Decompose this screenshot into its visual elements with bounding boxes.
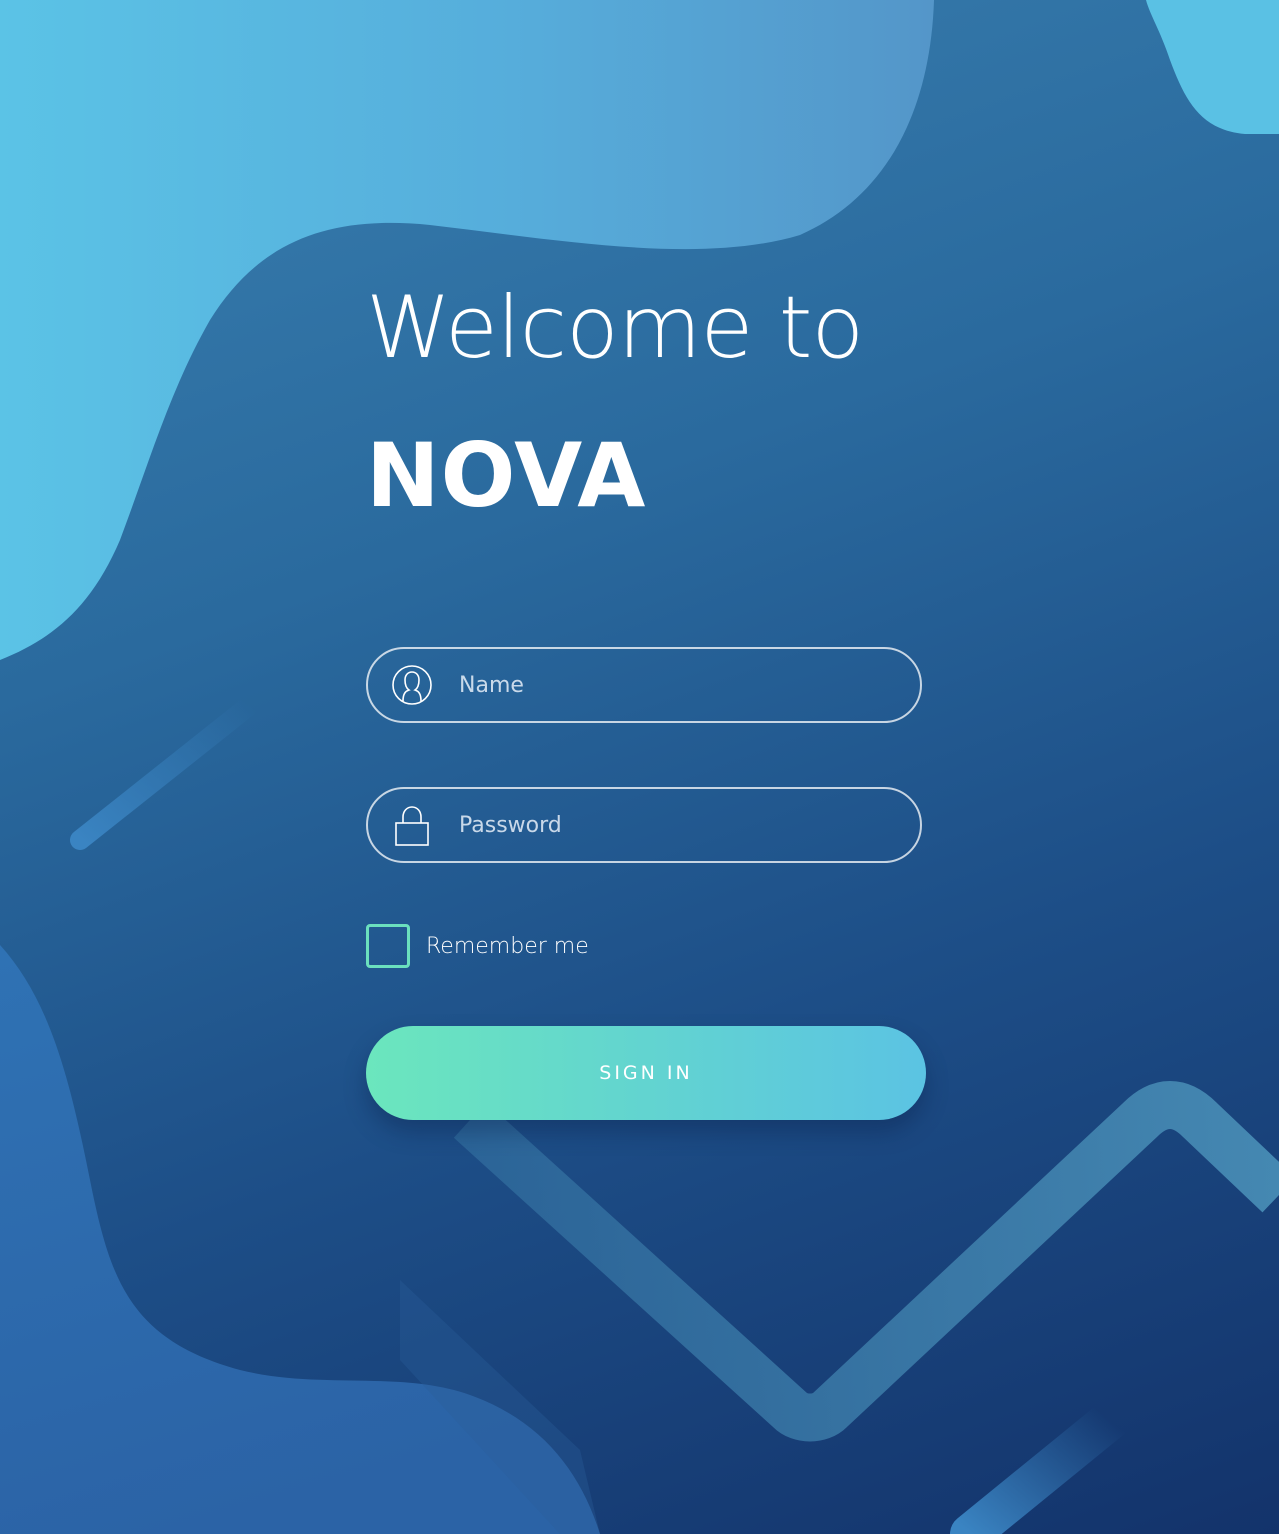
name-field[interactable] — [366, 647, 922, 723]
user-icon — [390, 663, 434, 707]
brand-name: NOVA — [366, 424, 647, 527]
remember-me-label[interactable]: Remember me — [426, 934, 589, 959]
background-decoration — [0, 0, 1279, 1534]
password-field[interactable] — [366, 787, 922, 863]
remember-me-checkbox[interactable] — [366, 924, 410, 968]
welcome-heading: Welcome to — [366, 278, 864, 378]
remember-me-row: Remember me — [366, 924, 589, 968]
lock-icon — [390, 803, 434, 847]
sign-in-button[interactable]: SIGN IN — [366, 1026, 926, 1120]
name-input[interactable] — [457, 671, 891, 699]
password-input[interactable] — [457, 811, 891, 839]
